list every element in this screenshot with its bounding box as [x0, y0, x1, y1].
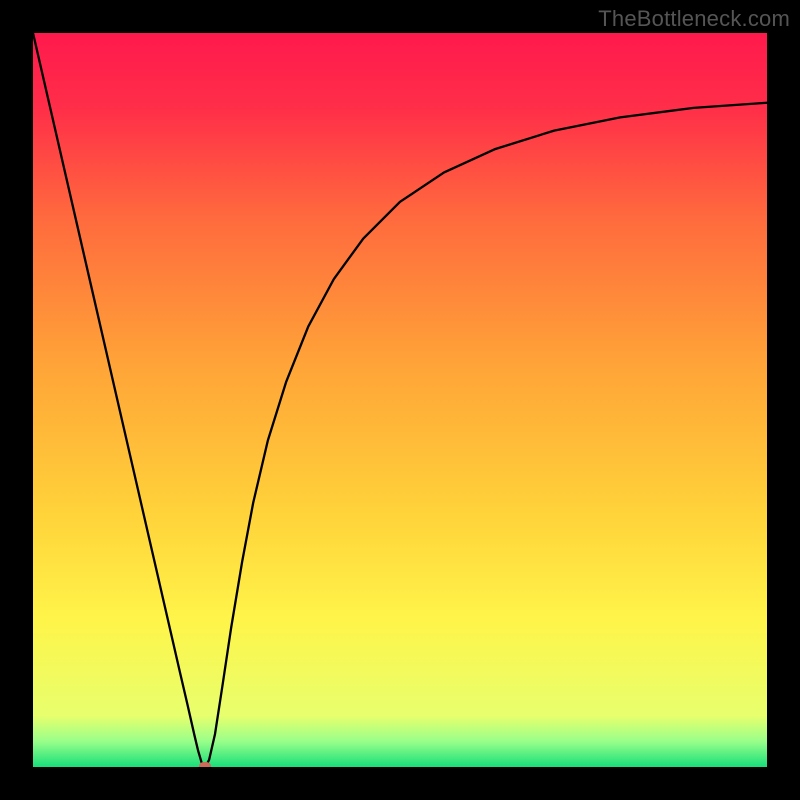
curve-svg: [33, 33, 767, 767]
bottleneck-curve-path: [33, 33, 767, 767]
watermark-text: TheBottleneck.com: [598, 6, 790, 32]
chart-frame: TheBottleneck.com: [0, 0, 800, 800]
minimum-marker: [199, 762, 211, 767]
plot-area: [33, 33, 767, 767]
